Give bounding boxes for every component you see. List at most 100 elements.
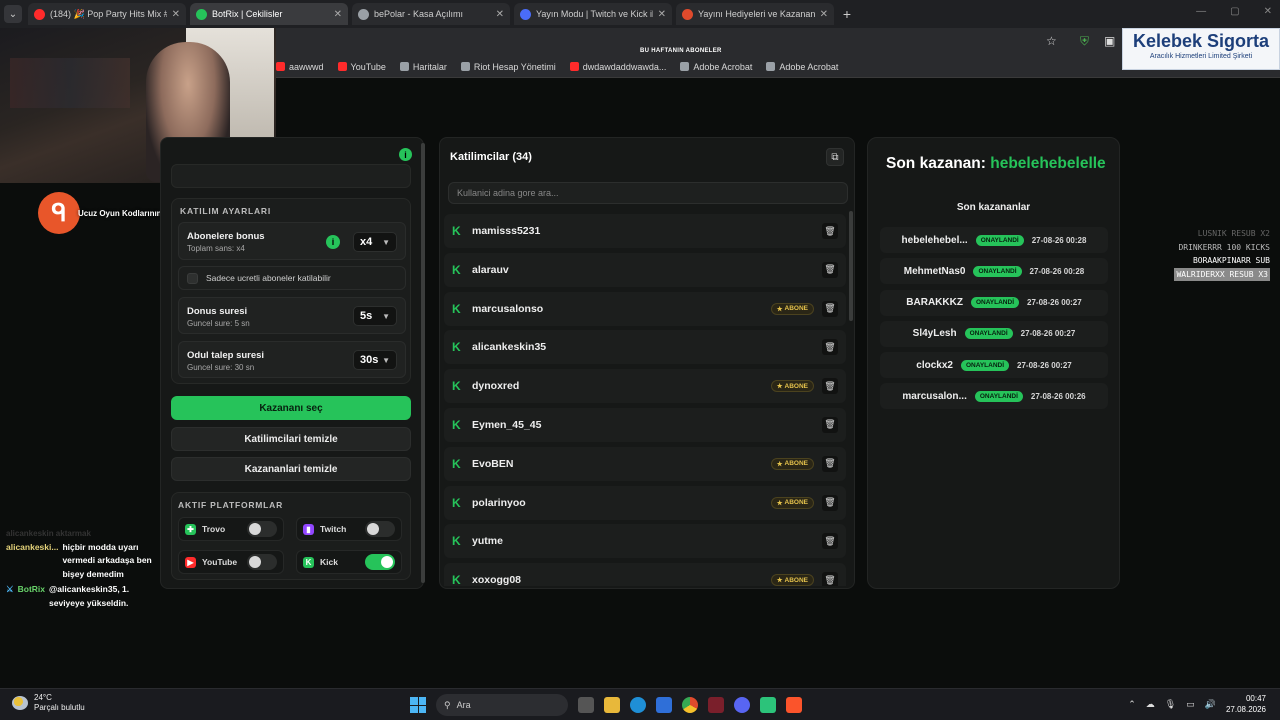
extensions-icon[interactable]: ▣ [1104,34,1115,48]
claim-time-select[interactable]: 30s ▼ [353,350,397,370]
cloud-icon[interactable]: ☁ [1146,699,1155,710]
tab-title: Yayını Hediyeleri ve Kazananla [698,9,815,19]
claim-time-row: Odul talep suresi Guncel sure: 30 sn 30s… [178,341,406,378]
obs-icon[interactable] [760,697,776,713]
participant-name: alarauv [472,263,509,276]
platform-toggle[interactable] [365,521,395,537]
info-icon[interactable]: i [399,148,412,161]
bonus-info-icon[interactable]: i [326,235,340,249]
close-window-icon[interactable]: ✕ [1264,6,1272,17]
trash-icon[interactable]: 🗑 [822,455,838,472]
chevron-down-icon: ▼ [382,237,390,247]
trash-icon[interactable]: 🗑 [822,494,838,511]
bookmark-item[interactable]: Haritalar [399,62,447,72]
winner-row: marcusalon... ONAYLANDİ 27-08-26 00:26 [880,383,1108,410]
edge-browser-icon[interactable] [630,697,646,713]
bookmark-star-icon[interactable]: ☆ [1046,34,1057,48]
trash-icon[interactable]: 🗑 [822,572,838,586]
scrollbar-thumb[interactable] [421,143,425,583]
mail-icon[interactable] [656,697,672,713]
chat-message: ⚔ BotRix @alicankeskin35, 1. seviyeye yüks… [6,583,166,610]
trash-icon[interactable]: 🗑 [822,533,838,550]
trash-icon[interactable]: 🗑 [822,300,838,317]
participant-search-input[interactable] [448,182,848,204]
browser-tab[interactable]: BotRix | Cekilisler ✕ [190,3,348,25]
bookmark-item[interactable]: YouTube [337,62,386,72]
platform-toggle[interactable] [247,554,277,570]
kick-icon: K [303,556,314,568]
close-tab-icon[interactable]: ✕ [172,9,180,20]
browser-tab[interactable]: Yayın Modu | Twitch ve Kick ile ✕ [514,3,672,25]
close-tab-icon[interactable]: ✕ [496,9,504,20]
chrome-icon[interactable] [682,697,698,713]
twitch-icon: ▮ [303,523,314,535]
trash-icon[interactable]: 🗑 [822,261,838,278]
network-icon[interactable]: ▭ [1186,699,1195,710]
subscriber-badge-label: ABONE [784,499,808,507]
trash-icon[interactable]: 🗑 [822,416,838,433]
trash-icon[interactable]: 🗑 [822,339,838,356]
kick-icon: K [452,340,461,355]
winner-time: 27-08-26 00:27 [1027,298,1082,308]
close-tab-icon[interactable]: ✕ [334,9,342,20]
trash-icon[interactable]: 🗑 [822,378,838,395]
participants-title: Katilimcilar (34) [450,151,532,163]
platform-toggle[interactable] [365,554,395,570]
minimize-icon[interactable]: — [1196,6,1206,17]
bookmark-item[interactable]: aawwwd [276,62,324,72]
microphone-icon[interactable]: 🎙 [1165,699,1176,710]
copy-icon[interactable]: ⧉ [826,148,844,166]
subscriber-bonus-select[interactable]: x4 ▼ [353,232,397,252]
kick-icon: K [452,262,461,277]
bookmark-favicon-icon [680,62,690,71]
taskbar-clock[interactable]: 00:47 27.08.2026 [1226,693,1266,715]
only-paid-subscribers-row[interactable]: Sadece ucretli aboneler katilabilir [178,266,406,290]
app-icon[interactable] [708,697,724,713]
brave-browser-icon[interactable] [786,697,802,713]
only-paid-checkbox[interactable] [187,272,198,284]
task-view-icon[interactable] [578,697,594,713]
close-tab-icon[interactable]: ✕ [820,9,828,20]
tab-search-button[interactable]: ⌄ [4,5,22,23]
bookmark-item[interactable]: Riot Hesap Yönetimi [460,62,556,72]
bookmark-favicon-icon [460,62,470,71]
clear-winners-button[interactable]: Kazananlari temizle [171,457,411,481]
browser-tab[interactable]: (184) 🎉 Pop Party Hits Mix #0... ✕ [28,3,186,25]
close-tab-icon[interactable]: ✕ [658,9,666,20]
taskbar-search[interactable]: ⚲ Ara [436,694,568,716]
tab-favicon-icon [520,8,531,20]
raffle-keyword-field[interactable] [171,164,411,188]
participants-panel: Katilimcilar (34) ⧉ Kmamisss5231🗑Kalarau… [439,137,855,589]
chevron-up-icon[interactable]: ⌃ [1128,699,1136,710]
bonus-time-select[interactable]: 5s ▼ [353,306,397,326]
approved-badge: ONAYLANDİ [960,359,1010,371]
bookmark-item[interactable]: Adobe Acrobat [766,62,838,72]
file-explorer-icon[interactable] [604,697,620,713]
participants-scrollbar[interactable] [849,211,853,321]
bookmark-item[interactable]: Adobe Acrobat [680,62,752,72]
participant-row: Kalarauv 🗑 [444,252,846,287]
weather-widget[interactable]: 24°C Parçalı bulutlu [12,693,85,713]
participant-name: EvoBEN [472,457,514,470]
settings-scrollbar[interactable] [421,137,426,589]
stream-event: DRINKERRR 100 KICKS [1178,242,1270,252]
discord-icon[interactable] [734,697,750,713]
new-tab-button[interactable]: + [838,6,856,22]
windows-start-icon[interactable] [410,697,426,713]
kick-icon: K [452,301,461,316]
browser-tab[interactable]: Yayını Hediyeleri ve Kazananla ✕ [676,3,834,25]
platform-toggle[interactable] [247,521,277,537]
shield-extension-icon[interactable]: ⛨ [1080,34,1089,49]
maximize-icon[interactable]: ▢ [1230,6,1239,17]
last-winner-label: Son kazanan: [886,155,986,172]
bookmark-item[interactable]: dwdawdaddwawda... [569,62,666,72]
clear-participants-button[interactable]: Katilimcilari temizle [171,427,411,451]
trash-icon[interactable]: 🗑 [822,223,838,239]
volume-icon[interactable]: 🔊 [1205,699,1216,710]
browser-tab[interactable]: bePolar - Kasa Açılımı ✕ [352,3,510,25]
bookmark-favicon-icon [337,62,347,71]
pick-winner-button[interactable]: Kazananı seç [171,396,411,420]
last-winner-name: hebelehebelelle [990,155,1106,172]
bookmark-label: aawwwd [289,61,324,72]
clock-time: 00:47 [1245,694,1266,703]
